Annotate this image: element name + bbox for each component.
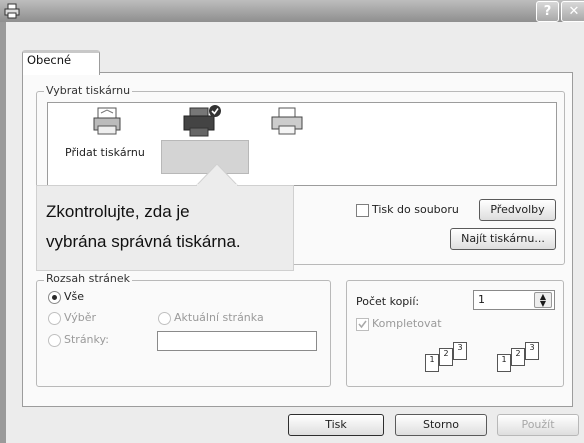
copies-spinner[interactable]: 1 ▲ ▼ (473, 290, 555, 310)
add-printer-label: Přidat tiskárnu (65, 146, 145, 159)
cancel-button[interactable]: Storno (395, 414, 487, 436)
apply-button[interactable]: Použít (497, 414, 579, 436)
preferences-button[interactable]: Předvolby (479, 199, 556, 221)
help-icon: ? (543, 4, 552, 19)
collate-pages-icon: 1 2 3 (425, 342, 477, 372)
range-current-page-radio[interactable] (158, 312, 171, 325)
print-to-file-label: Tisk do souboru (372, 203, 459, 216)
collate-checkbox[interactable] (356, 318, 369, 331)
find-printer-button[interactable]: Najít tiskárnu... (450, 228, 556, 250)
collate-label: Kompletovat (372, 317, 442, 330)
range-selection-label: Výběr (64, 311, 97, 324)
range-all-label: Vše (64, 290, 85, 303)
copies-value: 1 (478, 293, 485, 306)
collate-pages-icon: 1 2 3 (497, 342, 549, 372)
spinner-arrows-icon[interactable]: ▲ ▼ (534, 292, 552, 308)
callout-text-line1: Zkontrolujte, zda je (46, 202, 190, 221)
pages-input[interactable] (157, 331, 317, 351)
title-bar[interactable] (0, 0, 584, 22)
print-to-file-checkbox[interactable] (356, 204, 369, 217)
copies-label: Počet kopií: (356, 295, 420, 308)
page-range-legend: Rozsah stránek (44, 272, 133, 285)
callout-box (36, 185, 294, 271)
callout-pointer (194, 163, 240, 187)
printer-icon[interactable] (270, 106, 306, 136)
range-pages-radio[interactable] (48, 334, 61, 347)
help-button[interactable]: ? (536, 1, 559, 22)
default-printer-icon[interactable] (182, 104, 222, 138)
add-printer-icon[interactable] (92, 106, 122, 136)
print-button[interactable]: Tisk (288, 414, 384, 436)
close-icon: ✕ (568, 4, 580, 19)
range-current-page-label: Aktuální stránka (174, 311, 264, 324)
callout-text-line2: vybrána správná tiskárna. (46, 232, 241, 251)
range-all-radio[interactable] (48, 291, 61, 304)
range-selection-radio[interactable] (48, 312, 61, 325)
tab-general-label: Obecné (27, 53, 72, 67)
printer-select-legend: Vybrat tiskárnu (44, 84, 133, 97)
range-pages-label: Stránky: (64, 333, 109, 346)
printer-app-icon (4, 3, 20, 19)
close-button[interactable]: ✕ (561, 1, 584, 22)
